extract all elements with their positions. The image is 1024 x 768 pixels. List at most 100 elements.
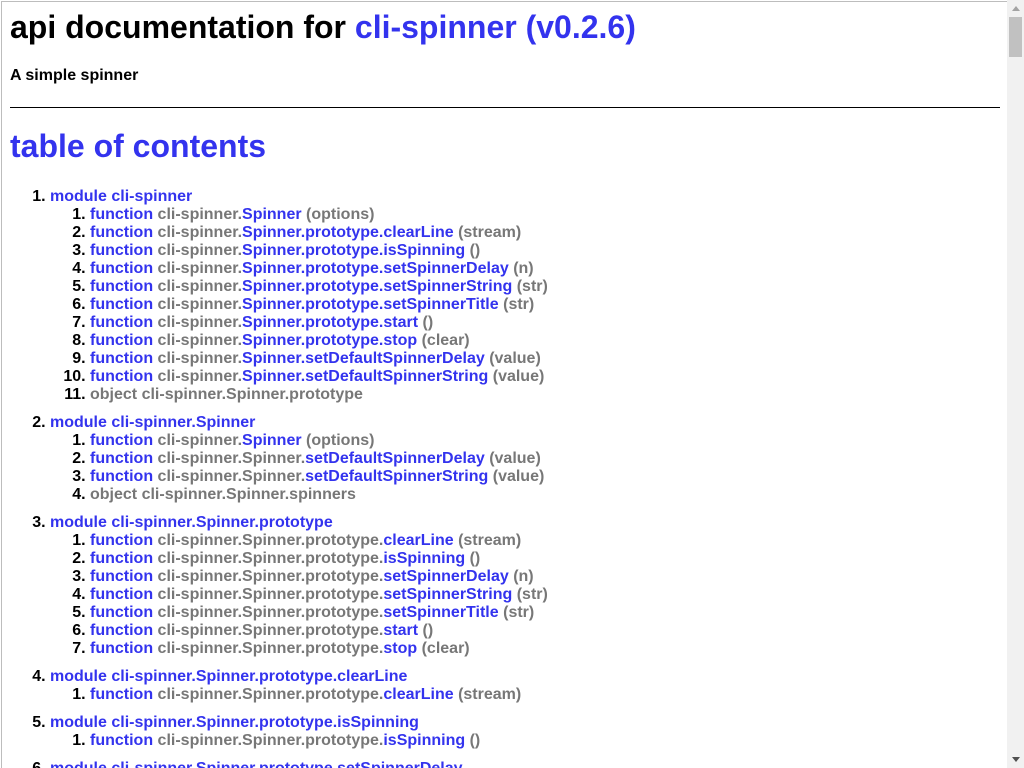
function-keyword-link[interactable]: function (90, 732, 153, 749)
function-name-link[interactable]: Spinner.prototype.setSpinnerString (242, 278, 512, 295)
function-keyword-link[interactable]: function (90, 332, 153, 349)
function-name-link[interactable]: Spinner.prototype.setSpinnerTitle (242, 296, 499, 313)
function-keyword-link[interactable]: function (90, 314, 153, 331)
function-namespace: cli-spinner. (157, 206, 243, 223)
header-divider (10, 107, 1000, 108)
toc-function-list: function cli-spinner.Spinner.prototype.i… (50, 732, 1000, 750)
function-keyword-link[interactable]: function (90, 686, 153, 703)
module-name: cli-spinner.Spinner.prototype.isSpinning (111, 714, 419, 731)
function-signature: (str) (516, 586, 548, 603)
function-signature: (value) (492, 368, 545, 385)
function-keyword-link[interactable]: function (90, 468, 153, 485)
function-namespace: cli-spinner.Spinner.prototype. (157, 604, 384, 621)
vertical-scrollbar[interactable] (1007, 0, 1024, 768)
toc-module-link[interactable]: module cli-spinner.Spinner.prototype (50, 514, 333, 531)
toc-function-list: function cli-spinner.Spinner (options)fu… (50, 432, 1000, 504)
toc-function-item: function cli-spinner.Spinner.prototype.s… (90, 586, 1000, 604)
function-namespace: cli-spinner.Spinner.prototype. (157, 622, 384, 639)
toc-module-item: module cli-spinnerfunction cli-spinner.S… (50, 188, 1000, 404)
page-content: api documentation for cli-spinner (v0.2.… (10, 2, 1000, 768)
function-keyword-link[interactable]: function (90, 260, 153, 277)
function-name-link[interactable]: stop (383, 640, 417, 657)
function-name-link[interactable]: Spinner (242, 206, 302, 223)
function-keyword-link[interactable]: function (90, 296, 153, 313)
function-name-link[interactable]: Spinner.prototype.isSpinning (242, 242, 465, 259)
function-name-link[interactable]: isSpinning (383, 732, 465, 749)
function-keyword-link[interactable]: function (90, 224, 153, 241)
toc-function-item: function cli-spinner.Spinner.prototype.s… (90, 314, 1000, 332)
function-keyword-link[interactable]: function (90, 242, 153, 259)
function-name-link[interactable]: Spinner.setDefaultSpinnerString (242, 368, 488, 385)
function-namespace: cli-spinner.Spinner.prototype. (157, 732, 384, 749)
function-namespace: cli-spinner.Spinner.prototype. (157, 532, 384, 549)
function-name-link[interactable]: Spinner.prototype.setSpinnerDelay (242, 260, 509, 277)
toc-module-link[interactable]: module cli-spinner.Spinner.prototype.isS… (50, 714, 419, 731)
toc-module-link[interactable]: module cli-spinner (50, 188, 192, 205)
toc-function-item: function cli-spinner.Spinner.prototype.s… (90, 640, 1000, 658)
function-name-link[interactable]: start (383, 622, 418, 639)
function-name-link[interactable]: Spinner.prototype.clearLine (242, 224, 454, 241)
function-keyword-link[interactable]: function (90, 432, 153, 449)
toc-module-item: module cli-spinner.Spinner.prototype.set… (50, 760, 1000, 768)
toc-module-link[interactable]: module cli-spinner.Spinner.prototype.cle… (50, 668, 407, 685)
function-name-link[interactable]: setSpinnerString (383, 586, 512, 603)
function-namespace: cli-spinner. (157, 432, 243, 449)
function-keyword-link[interactable]: function (90, 550, 153, 567)
package-version-link[interactable]: cli-spinner (v0.2.6) (355, 9, 636, 45)
toc-function-item: function cli-spinner.Spinner.prototype.c… (90, 224, 1000, 242)
function-keyword-link[interactable]: function (90, 350, 153, 367)
function-name-link[interactable]: setSpinnerDelay (383, 568, 508, 585)
toc-function-item: function cli-spinner.Spinner.prototype.c… (90, 532, 1000, 550)
scroll-up-arrow-icon[interactable] (1007, 0, 1024, 17)
module-name: cli-spinner.Spinner.prototype (111, 514, 333, 531)
object-path: cli-spinner.Spinner.spinners (141, 486, 356, 503)
function-keyword-link[interactable]: function (90, 568, 153, 585)
toc-function-item: function cli-spinner.Spinner.prototype.i… (90, 550, 1000, 568)
function-keyword-link[interactable]: function (90, 532, 153, 549)
function-signature: (options) (306, 206, 375, 223)
function-name-link[interactable]: Spinner.setDefaultSpinnerDelay (242, 350, 485, 367)
toc-module-link[interactable]: module cli-spinner.Spinner (50, 414, 255, 431)
module-keyword: module (50, 188, 107, 205)
function-keyword-link[interactable]: function (90, 450, 153, 467)
function-signature: (str) (503, 604, 535, 621)
function-name-link[interactable]: Spinner.prototype.stop (242, 332, 417, 349)
toc-function-item: function cli-spinner.Spinner (options) (90, 432, 1000, 450)
function-name-link[interactable]: clearLine (383, 532, 453, 549)
function-keyword-link[interactable]: function (90, 278, 153, 295)
function-signature: (value) (489, 350, 541, 367)
function-keyword-link[interactable]: function (90, 622, 153, 639)
function-signature: (clear) (421, 332, 470, 349)
function-name-link[interactable]: setSpinnerTitle (383, 604, 498, 621)
function-keyword-link[interactable]: function (90, 586, 153, 603)
toc-module-link[interactable]: module cli-spinner.Spinner.prototype.set… (50, 760, 463, 768)
toc-function-item: function cli-spinner.Spinner.prototype.s… (90, 296, 1000, 314)
toc-function-item: function cli-spinner.Spinner.prototype.s… (90, 260, 1000, 278)
function-keyword-link[interactable]: function (90, 206, 153, 223)
function-keyword-link[interactable]: function (90, 604, 153, 621)
function-name-link[interactable]: clearLine (383, 686, 453, 703)
toc-function-item: function cli-spinner.Spinner.prototype.s… (90, 332, 1000, 350)
function-keyword-link[interactable]: function (90, 640, 153, 657)
toc-heading[interactable]: table of contents (10, 128, 1000, 165)
toc-function-item: function cli-spinner.Spinner.prototype.s… (90, 622, 1000, 640)
function-name-link[interactable]: isSpinning (383, 550, 465, 567)
scroll-down-arrow-icon[interactable] (1007, 751, 1024, 768)
toc-function-item: object cli-spinner.Spinner.prototype (90, 386, 1000, 404)
module-keyword: module (50, 668, 107, 685)
function-namespace: cli-spinner. (157, 278, 243, 295)
toc-function-list: function cli-spinner.Spinner.prototype.c… (50, 532, 1000, 658)
function-name-link[interactable]: Spinner (242, 432, 302, 449)
function-name-link[interactable]: setDefaultSpinnerDelay (305, 450, 485, 467)
toc-function-item: function cli-spinner.Spinner.setDefaultS… (90, 450, 1000, 468)
page-viewport: api documentation for cli-spinner (v0.2.… (1, 1, 1007, 768)
toc-function-item: function cli-spinner.Spinner.setDefaultS… (90, 468, 1000, 486)
function-name-link[interactable]: Spinner.prototype.start (242, 314, 418, 331)
function-namespace: cli-spinner.Spinner.prototype. (157, 586, 384, 603)
module-keyword: module (50, 414, 107, 431)
scrollbar-thumb[interactable] (1009, 17, 1022, 57)
function-signature: () (422, 622, 434, 639)
function-keyword-link[interactable]: function (90, 368, 153, 385)
function-signature: (value) (489, 450, 541, 467)
function-name-link[interactable]: setDefaultSpinnerString (305, 468, 488, 485)
